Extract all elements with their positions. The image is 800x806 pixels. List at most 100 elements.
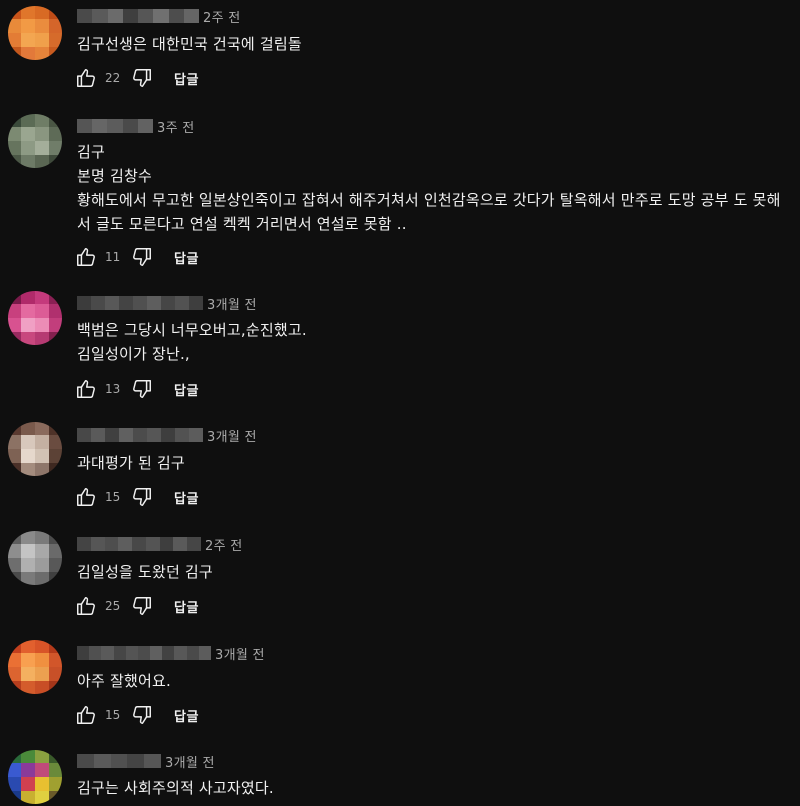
dislike-button[interactable] <box>130 377 154 401</box>
comment-timestamp: 3개월 전 <box>165 755 215 771</box>
name-mosaic-block <box>77 646 90 660</box>
name-mosaic-block <box>150 646 163 660</box>
author-name-blurred[interactable] <box>77 119 153 133</box>
avatar-pixel <box>35 155 49 168</box>
name-mosaic-block <box>77 428 91 442</box>
avatar-pixel <box>8 640 21 653</box>
reply-button[interactable]: 답글 <box>174 706 199 725</box>
reply-button[interactable]: 답글 <box>174 488 199 507</box>
dislike-button[interactable] <box>130 485 154 509</box>
like-button[interactable] <box>74 485 98 509</box>
name-mosaic-block <box>110 754 128 768</box>
name-mosaic-block <box>147 296 161 310</box>
avatar-pixel <box>21 332 35 345</box>
avatar-pixel <box>21 6 35 19</box>
avatar-pixel <box>49 572 62 585</box>
avatar-pixel <box>35 681 49 694</box>
avatar-pixel <box>35 763 49 777</box>
like-button[interactable] <box>74 377 98 401</box>
name-mosaic-block <box>113 646 126 660</box>
name-mosaic-block <box>162 646 175 660</box>
reply-button[interactable]: 답글 <box>174 597 199 616</box>
author-name-blurred[interactable] <box>77 9 199 23</box>
reply-button[interactable]: 답글 <box>174 380 199 399</box>
name-mosaic-block <box>125 646 138 660</box>
name-mosaic-block <box>77 537 91 551</box>
avatar-pixel <box>21 463 35 476</box>
name-mosaic-block <box>101 646 114 660</box>
avatar-pixel <box>49 332 62 345</box>
dislike-button[interactable] <box>130 703 154 727</box>
avatar[interactable] <box>8 750 62 804</box>
avatar[interactable] <box>8 291 62 345</box>
name-mosaic-block <box>91 428 105 442</box>
avatar-pixel <box>8 141 21 155</box>
comment-timestamp: 3개월 전 <box>215 647 265 663</box>
dislike-button[interactable] <box>130 594 154 618</box>
reply-button[interactable]: 답글 <box>174 69 199 88</box>
avatar-pixel <box>8 653 21 667</box>
comment-header: 2주 전 <box>77 536 243 554</box>
thumbs-down-icon <box>133 706 151 724</box>
avatar-pixel <box>35 291 49 304</box>
avatar[interactable] <box>8 6 62 60</box>
avatar-pixel <box>8 544 21 558</box>
comment-header: 3개월 전 <box>77 295 257 313</box>
comment-text: 김구 본명 김창수 황해도에서 무고한 일본상인죽이고 잡혀서 해주거쳐서 인천… <box>77 143 781 233</box>
avatar-pixel <box>35 449 49 463</box>
avatar-pixel <box>35 558 49 572</box>
name-mosaic-block <box>147 428 161 442</box>
name-mosaic-block <box>133 428 147 442</box>
avatar-pixel <box>21 422 35 435</box>
avatar-pixel <box>35 544 49 558</box>
name-mosaic-block <box>107 9 123 23</box>
comment-actions: 15 답글 <box>74 485 199 509</box>
dislike-button[interactable] <box>130 66 154 90</box>
author-name-blurred[interactable] <box>77 646 211 660</box>
avatar-pixel <box>49 33 62 47</box>
avatar-pixel <box>49 531 62 544</box>
thumbs-down-icon <box>133 488 151 506</box>
avatar-pixel <box>21 681 35 694</box>
dislike-button[interactable] <box>130 245 154 269</box>
avatar-pixel <box>8 47 21 60</box>
comment-actions: 15 답글 <box>74 703 199 727</box>
author-name-blurred[interactable] <box>77 537 201 551</box>
name-mosaic-block <box>138 9 154 23</box>
avatar-pixel <box>8 463 21 476</box>
avatar-pixel <box>8 318 21 332</box>
author-name-blurred[interactable] <box>77 754 161 768</box>
avatar-pixel <box>35 127 49 141</box>
avatar-pixel <box>49 291 62 304</box>
like-button[interactable] <box>74 66 98 90</box>
like-button[interactable] <box>74 594 98 618</box>
name-mosaic-block <box>153 9 169 23</box>
comment-timestamp: 3개월 전 <box>207 429 257 445</box>
avatar[interactable] <box>8 640 62 694</box>
like-button[interactable] <box>74 245 98 269</box>
like-button[interactable] <box>74 703 98 727</box>
avatar-pixel <box>35 6 49 19</box>
avatar-pixel <box>49 640 62 653</box>
name-mosaic-block <box>118 537 133 551</box>
comment-actions: 22 답글 <box>74 66 199 90</box>
avatar-pixel <box>8 19 21 33</box>
name-mosaic-block <box>187 537 201 551</box>
name-mosaic-block <box>175 296 189 310</box>
comment-timestamp: 3주 전 <box>157 120 195 136</box>
author-name-blurred[interactable] <box>77 428 203 442</box>
thumbs-up-icon <box>77 380 95 398</box>
name-mosaic-block <box>174 646 187 660</box>
name-mosaic-block <box>104 537 119 551</box>
avatar[interactable] <box>8 422 62 476</box>
avatar-pixel <box>49 422 62 435</box>
thumbs-up-icon <box>77 248 95 266</box>
avatar[interactable] <box>8 114 62 168</box>
author-name-blurred[interactable] <box>77 296 203 310</box>
reply-button[interactable]: 답글 <box>174 248 199 267</box>
name-mosaic-block <box>189 428 203 442</box>
avatar-pixel <box>35 318 49 332</box>
avatar-pixel <box>49 141 62 155</box>
avatar[interactable] <box>8 531 62 585</box>
avatar-pixel <box>21 127 35 141</box>
